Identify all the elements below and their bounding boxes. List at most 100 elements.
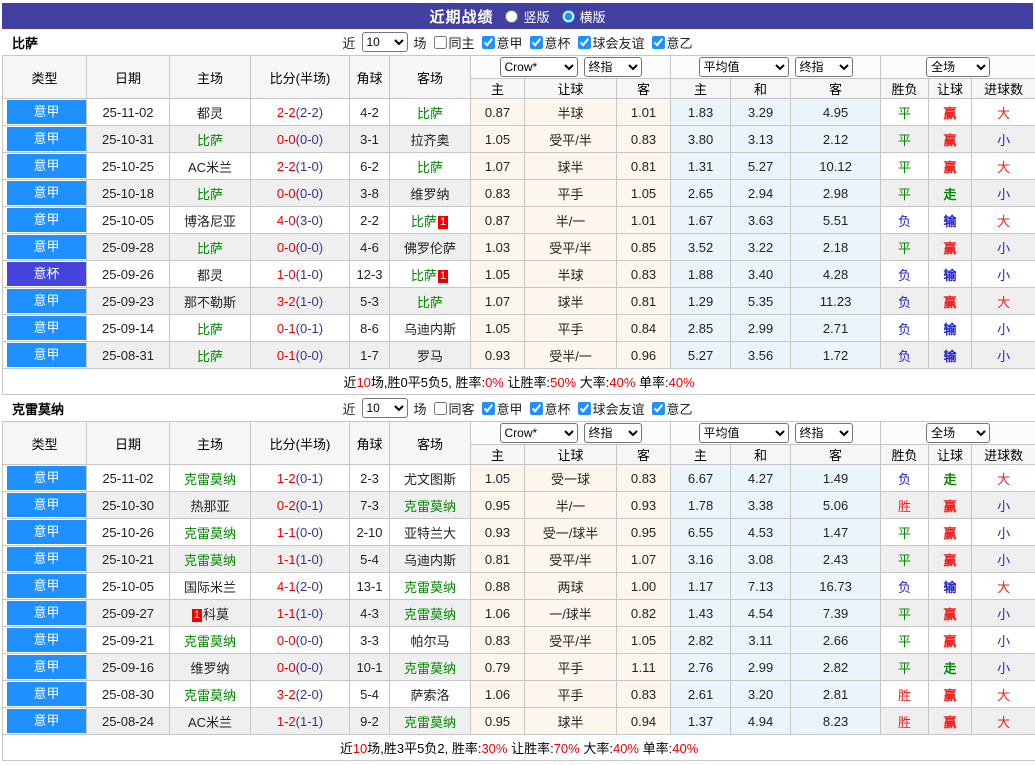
- away-team-cell: 亚特兰大: [390, 519, 471, 546]
- fulltime-score: 1-1: [277, 606, 296, 621]
- league-checkbox[interactable]: [578, 402, 591, 415]
- avg_group-select[interactable]: 平均值: [699, 57, 789, 77]
- match-row: 意甲25-10-18比萨0-0(0-0)3-8维罗纳0.83平手1.052.65…: [3, 180, 1035, 207]
- league-type-cell: 意甲: [3, 465, 87, 492]
- odds_group-select[interactable]: 终指: [584, 57, 642, 77]
- league-checkbox[interactable]: [530, 36, 543, 49]
- league-checkbox-label[interactable]: 球会友谊: [578, 33, 645, 52]
- odds-handicap-cell: 两球: [525, 573, 617, 600]
- same-side-checkbox[interactable]: [433, 36, 446, 49]
- date-cell: 25-08-24: [87, 708, 170, 735]
- summary-row: 近10场,胜0平5负5, 胜率:0% 让胜率:50% 大率:40% 单率:40%: [3, 369, 1035, 395]
- odds_group-select[interactable]: Crow*: [500, 423, 578, 443]
- avg-home-cell: 6.67: [671, 465, 731, 492]
- odds-home-cell: 0.88: [471, 573, 525, 600]
- league-type-badge: 意甲: [7, 682, 86, 706]
- league-checkbox[interactable]: [652, 36, 665, 49]
- odds-handicap-cell: 半/一: [525, 207, 617, 234]
- avg_group-select[interactable]: 平均值: [699, 423, 789, 443]
- league-checkbox-label[interactable]: 意乙: [652, 399, 693, 418]
- league-checkbox[interactable]: [652, 402, 665, 415]
- corner-cell: 2-2: [350, 207, 390, 234]
- col-header: 比分(半场): [251, 56, 350, 99]
- home-team-cell: 克雷莫纳: [170, 519, 251, 546]
- league-checkbox[interactable]: [481, 36, 494, 49]
- odds-home-cell: 1.05: [471, 315, 525, 342]
- league-type-cell: 意甲: [3, 600, 87, 627]
- avg-draw-cell: 2.99: [731, 315, 791, 342]
- same-side-checkbox-label[interactable]: 同客: [433, 399, 474, 418]
- layout-radio-vertical[interactable]: 竖版: [505, 7, 549, 26]
- home-team-name: AC米兰: [188, 715, 232, 730]
- league-checkbox-label[interactable]: 意甲: [481, 399, 522, 418]
- odds_group-header: Crow* 终指: [471, 422, 671, 445]
- league-type-badge: 意甲: [7, 235, 86, 259]
- odds-handicap-cell: 半球: [525, 261, 617, 288]
- handicap-result-cell: 输: [929, 315, 972, 342]
- avg_group-select[interactable]: 终指: [795, 57, 853, 77]
- league-type-cell: 意甲: [3, 207, 87, 234]
- recent-count-select[interactable]: 10: [361, 398, 407, 418]
- filter-controls: 近10场同主意甲意杯球会友谊意乙: [342, 32, 692, 52]
- date-cell: 25-10-21: [87, 546, 170, 573]
- odds_group-select[interactable]: Crow*: [500, 57, 578, 77]
- away-team-cell: 比萨: [390, 153, 471, 180]
- match-row: 意甲25-11-02克雷莫纳1-2(0-1)2-3尤文图斯1.05受一球0.83…: [3, 465, 1035, 492]
- recent-count-select[interactable]: 10: [361, 32, 407, 52]
- home-team-cell: 博洛尼亚: [170, 207, 251, 234]
- summary-stat-label: 单率:: [635, 375, 668, 390]
- summary-stat-label: 让胜率:: [507, 741, 553, 756]
- layout-radio-horizontal[interactable]: 横版: [562, 7, 606, 26]
- away-team-name: 拉齐奥: [410, 133, 449, 148]
- avg-home-cell: 1.29: [671, 288, 731, 315]
- league-checkbox-label[interactable]: 意杯: [530, 33, 571, 52]
- league-checkbox-label[interactable]: 意杯: [530, 399, 571, 418]
- result-cell: 负: [881, 288, 929, 315]
- fulltime-score: 0-2: [277, 498, 296, 513]
- odds-home-cell: 0.93: [471, 342, 525, 369]
- team-sections: 比萨近10场同主意甲意杯球会友谊意乙类型日期主场比分(半场)角球客场Crow*终…: [0, 29, 1035, 761]
- goals-result-cell: 小: [972, 261, 1035, 288]
- score-cell: 2-2(2-2): [251, 99, 350, 126]
- vertical-layout-radio[interactable]: [505, 10, 518, 23]
- same-side-checkbox[interactable]: [433, 402, 446, 415]
- odds_group-header: Crow* 终指: [471, 56, 671, 79]
- league-checkbox-label[interactable]: 球会友谊: [578, 399, 645, 418]
- odds-handicap-cell: 平手: [525, 681, 617, 708]
- sub-col-header: 让球: [525, 445, 617, 465]
- avg-draw-cell: 4.94: [731, 708, 791, 735]
- away-team-cell: 尤文图斯: [390, 465, 471, 492]
- match-row: 意杯25-09-26都灵1-0(1-0)12-3比萨11.05半球0.831.8…: [3, 261, 1035, 288]
- goals-result-cell: 大: [972, 573, 1035, 600]
- match-row: 意甲25-09-14比萨0-1(0-1)8-6乌迪内斯1.05平手0.842.8…: [3, 315, 1035, 342]
- avg-home-cell: 3.16: [671, 546, 731, 573]
- odds_group-select[interactable]: 终指: [584, 423, 642, 443]
- goals-result-cell: 小: [972, 342, 1035, 369]
- league-checkbox[interactable]: [578, 36, 591, 49]
- avg-away-cell: 10.12: [791, 153, 881, 180]
- league-checkbox[interactable]: [481, 402, 494, 415]
- red-card-badge: 1: [438, 270, 448, 283]
- fulltime-score: 4-1: [277, 579, 296, 594]
- date-cell: 25-10-18: [87, 180, 170, 207]
- odds-away-cell: 1.07: [617, 546, 671, 573]
- league-checkbox[interactable]: [530, 402, 543, 415]
- halftime-score: (2-0): [296, 579, 323, 594]
- summary-stat-value: 10: [353, 741, 367, 756]
- same-side-checkbox-label[interactable]: 同主: [433, 33, 474, 52]
- result_group-select[interactable]: 全场: [926, 57, 990, 77]
- league-checkbox-label[interactable]: 意乙: [652, 33, 693, 52]
- bottom-strip: [0, 761, 1035, 765]
- match-row: 意甲25-10-21克雷莫纳1-1(1-0)5-4乌迪内斯0.81受平/半1.0…: [3, 546, 1035, 573]
- league-type-badge: 意甲: [7, 466, 86, 490]
- filter-controls: 近10场同客意甲意杯球会友谊意乙: [342, 398, 692, 418]
- horizontal-layout-radio[interactable]: [562, 10, 575, 23]
- result_group-select[interactable]: 全场: [926, 423, 990, 443]
- result-cell: 负: [881, 465, 929, 492]
- league-type-cell: 意甲: [3, 288, 87, 315]
- halftime-score: (0-0): [296, 240, 323, 255]
- league-checkbox-label[interactable]: 意甲: [481, 33, 522, 52]
- goals-result-cell: 小: [972, 492, 1035, 519]
- summary-stat-value: 40%: [669, 375, 695, 390]
- avg_group-select[interactable]: 终指: [795, 423, 853, 443]
